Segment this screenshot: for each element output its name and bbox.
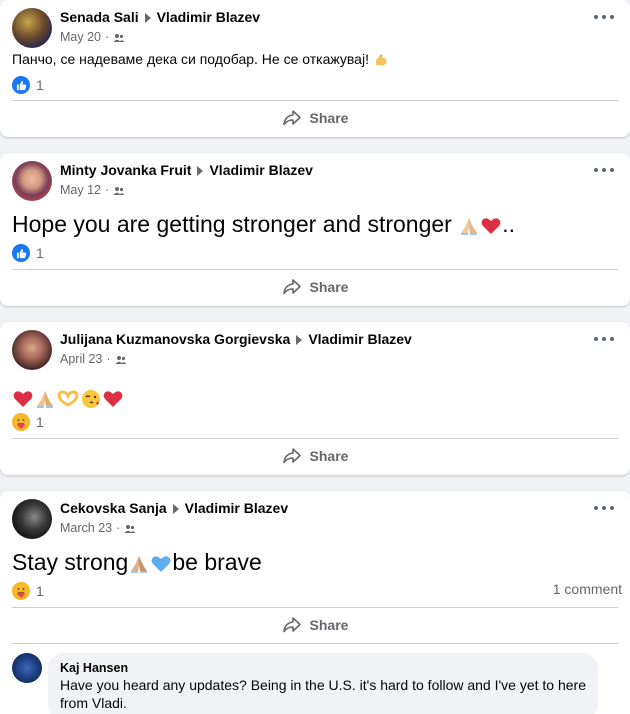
- red-heart-emoji-icon: [13, 391, 33, 407]
- reactions-summary[interactable]: 1: [12, 243, 44, 263]
- friends-audience-icon: [113, 186, 125, 195]
- author-name[interactable]: Senada Sali: [60, 8, 139, 27]
- reaction-count: 1: [36, 583, 44, 599]
- recipient-name[interactable]: Vladimir Blazev: [209, 161, 313, 180]
- face-blowing-kiss-emoji-icon: [82, 389, 100, 408]
- author-name[interactable]: Minty Jovanka Fruit: [60, 161, 191, 180]
- recipient-name[interactable]: Vladimir Blazev: [308, 330, 412, 349]
- like-icon: [12, 76, 30, 94]
- care-icon: [12, 413, 30, 431]
- triangle-right-icon: [172, 503, 179, 514]
- reaction-count: 1: [36, 77, 44, 93]
- post-text: Hope you are getting stronger and strong…: [12, 211, 516, 237]
- more-options-icon[interactable]: [594, 336, 614, 342]
- share-button[interactable]: Share: [12, 439, 618, 473]
- comment: Kaj Hansen Have you heard any updates? B…: [12, 653, 598, 714]
- share-button[interactable]: Share: [12, 101, 618, 135]
- flexed-biceps-emoji-icon: [375, 54, 387, 66]
- divider: [12, 643, 618, 644]
- share-icon: [282, 110, 301, 126]
- post-date[interactable]: April 23: [60, 351, 102, 368]
- post-date[interactable]: May 20: [60, 29, 101, 46]
- author-avatar[interactable]: [12, 330, 52, 370]
- friends-audience-icon: [115, 355, 127, 364]
- post-header: Minty Jovanka Fruit Vladimir Blazev May …: [12, 161, 313, 203]
- author-avatar[interactable]: [12, 161, 52, 201]
- folded-hands-emoji-icon: [37, 390, 53, 408]
- post-text: Stay strong be brave: [12, 549, 262, 575]
- recipient-name[interactable]: Vladimir Blazev: [185, 499, 289, 518]
- author-name[interactable]: Julijana Kuzmanovska Gorgievska: [60, 330, 290, 349]
- comment-bubble: Kaj Hansen Have you heard any updates? B…: [48, 653, 598, 714]
- friends-audience-icon: [124, 524, 136, 533]
- more-options-icon[interactable]: [594, 167, 614, 173]
- commenter-avatar[interactable]: [12, 653, 42, 683]
- author-avatar[interactable]: [12, 8, 52, 48]
- blue-heart-emoji-icon: [151, 556, 171, 572]
- folded-hands-emoji-icon: [461, 217, 478, 235]
- share-button[interactable]: Share: [12, 608, 618, 642]
- share-label: Share: [309, 448, 349, 464]
- author-name[interactable]: Cekovska Sanja: [60, 499, 167, 518]
- post-header: Julijana Kuzmanovska Gorgievska Vladimir…: [12, 330, 412, 372]
- comment-text: Have you heard any updates? Being in the…: [60, 677, 586, 711]
- post-card: Senada Sali Vladimir Blazev May 20 · Пан…: [0, 0, 630, 137]
- post-text: Панчо, се надеваме дека си подобар. Не с…: [12, 50, 389, 69]
- more-options-icon[interactable]: [594, 14, 614, 20]
- post-card: Minty Jovanka Fruit Vladimir Blazev May …: [0, 153, 630, 306]
- author-avatar[interactable]: [12, 499, 52, 539]
- friends-audience-icon: [113, 33, 125, 42]
- folded-hands-emoji-icon: [131, 555, 148, 573]
- post-text: [12, 382, 124, 412]
- reactions-summary[interactable]: 1: [12, 581, 44, 601]
- red-heart-emoji-icon: [103, 391, 123, 407]
- share-icon: [282, 279, 301, 295]
- share-icon: [282, 617, 301, 633]
- reactions-summary[interactable]: 1: [12, 75, 44, 95]
- share-label: Share: [309, 110, 349, 126]
- like-icon: [12, 244, 30, 262]
- post-card: Julijana Kuzmanovska Gorgievska Vladimir…: [0, 322, 630, 475]
- triangle-right-icon: [144, 12, 151, 23]
- red-heart-emoji-icon: [481, 218, 501, 234]
- comment-count[interactable]: 1 comment: [553, 581, 622, 597]
- post-date[interactable]: March 23: [60, 520, 112, 537]
- recipient-name[interactable]: Vladimir Blazev: [157, 8, 261, 27]
- share-label: Share: [309, 617, 349, 633]
- commenter-name[interactable]: Kaj Hansen: [60, 660, 586, 676]
- share-label: Share: [309, 279, 349, 295]
- reaction-count: 1: [36, 245, 44, 261]
- reaction-count: 1: [36, 414, 44, 430]
- triangle-right-icon: [296, 334, 303, 345]
- post-header: Cekovska Sanja Vladimir Blazev March 23 …: [12, 499, 288, 541]
- post-header: Senada Sali Vladimir Blazev May 20 ·: [12, 8, 260, 50]
- share-icon: [282, 448, 301, 464]
- share-button[interactable]: Share: [12, 270, 618, 304]
- reactions-summary[interactable]: 1: [12, 412, 44, 432]
- heart-hands-emoji-icon: [57, 390, 79, 407]
- post-date[interactable]: May 12: [60, 182, 101, 199]
- care-icon: [12, 582, 30, 600]
- more-options-icon[interactable]: [594, 505, 614, 511]
- triangle-right-icon: [197, 165, 204, 176]
